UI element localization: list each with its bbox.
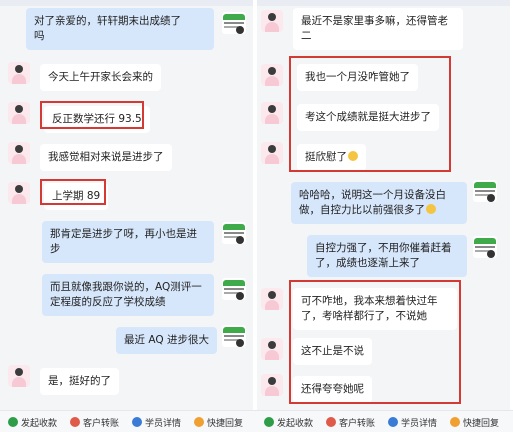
student-details-button[interactable]: 学员详情 — [388, 414, 437, 430]
parent-avatar[interactable] — [261, 338, 283, 360]
message-bubble: 对了亲爱的，轩轩期末出成绩了 吗 — [26, 8, 214, 51]
reply-icon — [450, 417, 460, 427]
message-bubble: 上学期 89 — [44, 183, 109, 211]
quick-action-bar: 发起收款 客户转账 学员详情 快捷回复 发起收款 客户转账 学员详情 快捷回复 — [0, 410, 513, 432]
parent-avatar[interactable] — [261, 142, 283, 164]
money-icon — [264, 417, 274, 427]
parent-avatar[interactable] — [261, 288, 283, 310]
reply-icon — [194, 417, 204, 427]
start-payment-button[interactable]: 发起收款 — [8, 414, 57, 430]
message-bubble: 反正数学还行 93.5 — [44, 106, 150, 134]
customer-transfer-button[interactable]: 客户转账 — [326, 414, 375, 430]
message-bubble: 今天上午开家长会来的 — [40, 64, 161, 92]
parent-avatar[interactable] — [8, 62, 30, 84]
customer-transfer-button[interactable]: 客户转账 — [70, 414, 119, 430]
message-text: 哈哈哈，说明这一个月设备没白 做，自控力比以前强很多了 — [299, 189, 446, 217]
smile-emoji-icon — [426, 204, 436, 215]
quick-action-label: 发起收款 — [21, 418, 58, 429]
left-chat-panel: 对了亲爱的，轩轩期末出成绩了 吗 今天上午开家长会来的 反正数学还行 93.5 … — [0, 0, 253, 410]
message-bubble: 挺欣慰了 — [297, 144, 366, 172]
tutor-avatar[interactable] — [473, 180, 497, 202]
start-payment-button[interactable]: 发起收款 — [264, 414, 313, 430]
parent-avatar[interactable] — [8, 365, 30, 387]
parent-avatar[interactable] — [8, 142, 30, 164]
quick-action-label: 发起收款 — [277, 418, 314, 429]
message-bubble: 考这个成绩就是挺大进步了 — [297, 104, 439, 132]
message-bubble: 那肯定是进步了呀，再小也是进 步 — [42, 221, 214, 264]
message-bubble: 可不咋地，我本来想着快过年 了，考啥样都行了，不说她 — [293, 288, 457, 331]
right-chat-panel: 最近不是家里事多嘛，还得管老 二 我也一个月没咋管她了 考这个成绩就是挺大进步了… — [257, 0, 510, 410]
parent-avatar[interactable] — [261, 10, 283, 32]
student-details-button[interactable]: 学员详情 — [132, 414, 181, 430]
parent-avatar[interactable] — [8, 182, 30, 204]
quick-reply-button[interactable]: 快捷回复 — [194, 414, 243, 430]
message-bubble: 这不止是不说 — [293, 338, 372, 366]
chat-header-strip — [257, 0, 510, 6]
user-icon — [132, 417, 142, 427]
transfer-icon — [70, 417, 80, 427]
tutor-avatar[interactable] — [222, 278, 246, 300]
tutor-avatar[interactable] — [222, 325, 246, 347]
tutor-avatar[interactable] — [222, 12, 246, 34]
message-bubble: 我也一个月没咋管她了 — [297, 64, 418, 92]
parent-avatar[interactable] — [261, 64, 283, 86]
chat-header-strip — [0, 0, 253, 6]
parent-avatar[interactable] — [261, 102, 283, 124]
quick-action-label: 学员详情 — [401, 418, 438, 429]
smile-emoji-icon — [348, 151, 358, 161]
money-icon — [8, 417, 18, 427]
user-icon — [388, 417, 398, 427]
message-bubble: 自控力强了，不用你催着赶着 了，成绩也逐渐上来了 — [307, 235, 467, 278]
message-bubble: 哈哈哈，说明这一个月设备没白 做，自控力比以前强很多了 — [291, 182, 467, 225]
message-bubble: 最近不是家里事多嘛，还得管老 二 — [293, 8, 463, 51]
quick-reply-button[interactable]: 快捷回复 — [450, 414, 499, 430]
transfer-icon — [326, 417, 336, 427]
message-bubble: 我感觉相对来说是进步了 — [40, 144, 172, 172]
tutor-avatar[interactable] — [222, 222, 246, 244]
message-bubble: 还得夸夸她呢 — [293, 376, 372, 404]
parent-avatar[interactable] — [8, 102, 30, 124]
message-bubble: 而且就像我跟你说的，AQ测评一 定程度的反应了学校成绩 — [42, 274, 214, 317]
quick-action-label: 快捷回复 — [207, 418, 244, 429]
tutor-avatar[interactable] — [473, 236, 497, 258]
quick-action-label: 客户转账 — [83, 418, 120, 429]
quick-action-label: 客户转账 — [339, 418, 376, 429]
message-bubble: 最近 AQ 进步很大 — [116, 327, 217, 355]
message-bubble: 是，挺好的了 — [40, 368, 119, 396]
quick-action-label: 快捷回复 — [463, 418, 500, 429]
message-text: 挺欣慰了 — [305, 151, 347, 163]
quick-action-label: 学员详情 — [145, 418, 182, 429]
parent-avatar[interactable] — [261, 374, 283, 396]
